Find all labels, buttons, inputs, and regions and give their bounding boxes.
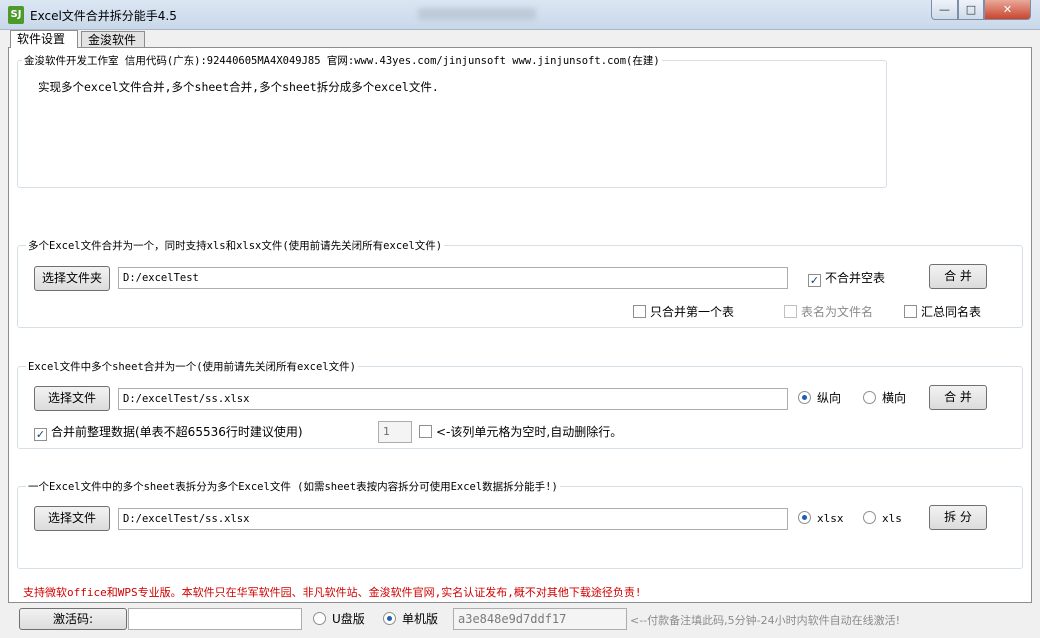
info-header: 金浚软件开发工作室 信用代码(广东):92440605MA4X049J85 官网…: [22, 53, 662, 68]
radio-selected-icon: [798, 511, 811, 524]
choose-split-file-button[interactable]: 选择文件: [34, 506, 110, 531]
standalone-edition-label: 单机版: [402, 612, 439, 626]
merge-sheets-group: Excel文件中多个sheet合并为一个(使用前请先关闭所有excel文件) 选…: [17, 359, 1023, 449]
first-sheet-only-checkbox[interactable]: 只合并第一个表: [633, 305, 734, 321]
vertical-radio[interactable]: 纵向: [798, 391, 841, 407]
organize-data-label: 合并前整理数据(单表不超65536行时建议使用): [51, 425, 303, 439]
radio-icon: [863, 511, 876, 524]
xls-radio[interactable]: xls: [863, 511, 902, 527]
activate-button[interactable]: 激活码:: [19, 608, 127, 630]
app-icon: SJ: [8, 6, 24, 24]
blurred-title-region: [418, 8, 536, 20]
info-group: 金浚软件开发工作室 信用代码(广东):92440605MA4X049J85 官网…: [17, 53, 887, 188]
sheet-as-filename-checkbox: 表名为文件名: [784, 305, 873, 321]
title-bar: SJ Excel文件合并拆分能手4.5 — □ ✕: [0, 0, 1040, 30]
activation-code-input[interactable]: [128, 608, 302, 630]
sheet-file-path-input[interactable]: D:/excelTest/ss.xlsx: [118, 388, 788, 410]
checkbox-checked-icon: ✓: [34, 428, 47, 441]
radio-selected-icon: [383, 612, 396, 625]
checkbox-icon: [904, 305, 917, 318]
summarize-same-name-checkbox[interactable]: 汇总同名表: [904, 305, 981, 321]
close-button[interactable]: ✕: [984, 0, 1031, 20]
info-description: 实现多个excel文件合并,多个sheet合并,多个sheet拆分成多个exce…: [38, 80, 439, 94]
radio-icon: [313, 612, 326, 625]
checkbox-checked-icon: ✓: [808, 274, 821, 287]
delete-empty-row-checkbox[interactable]: <-该列单元格为空时,自动删除行。: [419, 425, 622, 441]
activation-hint: <--付款备注填此码,5分钟-24小时内软件自动在线激活!: [630, 614, 901, 627]
organize-data-checkbox[interactable]: ✓ 合并前整理数据(单表不超65536行时建议使用): [34, 425, 303, 441]
horizontal-label: 横向: [882, 391, 907, 405]
minimize-button[interactable]: —: [931, 0, 958, 20]
split-button[interactable]: 拆 分: [929, 505, 987, 530]
xls-label: xls: [882, 512, 902, 525]
checkbox-icon: [419, 425, 432, 438]
usb-edition-label: U盘版: [332, 612, 365, 626]
first-sheet-only-label: 只合并第一个表: [650, 305, 735, 319]
split-sheets-group: 一个Excel文件中的多个sheet表拆分为多个Excel文件 (如需sheet…: [17, 479, 1023, 569]
merge-sheets-button[interactable]: 合 并: [929, 385, 987, 410]
window-title: Excel文件合并拆分能手4.5: [30, 9, 177, 23]
skip-empty-label: 不合并空表: [825, 271, 886, 285]
tab-panel: 金浚软件开发工作室 信用代码(广东):92440605MA4X049J85 官网…: [8, 47, 1032, 603]
column-number-input[interactable]: 1: [378, 421, 412, 443]
machine-code-field: a3e848e9d7ddf17: [453, 608, 627, 630]
activation-bar: 激活码: U盘版 单机版 a3e848e9d7ddf17 <--付款备注填此码,…: [0, 604, 1040, 638]
choose-folder-button[interactable]: 选择文件夹: [34, 266, 110, 291]
tab-jinjun-software[interactable]: 金浚软件: [81, 31, 145, 48]
split-file-path-input[interactable]: D:/excelTest/ss.xlsx: [118, 508, 788, 530]
vertical-label: 纵向: [817, 391, 842, 405]
tab-software-settings[interactable]: 软件设置: [10, 30, 78, 48]
summarize-same-name-label: 汇总同名表: [921, 305, 982, 319]
choose-file-button[interactable]: 选择文件: [34, 386, 110, 411]
standalone-edition-radio[interactable]: 单机版: [383, 612, 438, 628]
folder-path-input[interactable]: D:/excelTest: [118, 267, 788, 289]
notice-text: 支持微软office和WPS专业版。本软件只在华军软件园、非凡软件站、金浚软件官…: [23, 586, 642, 599]
radio-icon: [863, 391, 876, 404]
merge-files-title: 多个Excel文件合并为一个，同时支持xls和xlsx文件(使用前请先关闭所有e…: [26, 238, 445, 253]
xlsx-radio[interactable]: xlsx: [798, 511, 844, 527]
delete-empty-row-label: <-该列单元格为空时,自动删除行。: [436, 425, 623, 439]
skip-empty-checkbox[interactable]: ✓ 不合并空表: [808, 271, 885, 287]
usb-edition-radio[interactable]: U盘版: [313, 612, 365, 628]
checkbox-icon: [784, 305, 797, 318]
checkbox-icon: [633, 305, 646, 318]
merge-files-button[interactable]: 合 并: [929, 264, 987, 289]
xlsx-label: xlsx: [817, 512, 844, 525]
merge-files-group: 多个Excel文件合并为一个，同时支持xls和xlsx文件(使用前请先关闭所有e…: [17, 238, 1023, 328]
radio-selected-icon: [798, 391, 811, 404]
maximize-button[interactable]: □: [958, 0, 984, 20]
merge-sheets-title: Excel文件中多个sheet合并为一个(使用前请先关闭所有excel文件): [26, 359, 358, 374]
sheet-as-filename-label: 表名为文件名: [801, 305, 874, 319]
split-sheets-title: 一个Excel文件中的多个sheet表拆分为多个Excel文件 (如需sheet…: [26, 479, 560, 494]
horizontal-radio[interactable]: 横向: [863, 391, 906, 407]
